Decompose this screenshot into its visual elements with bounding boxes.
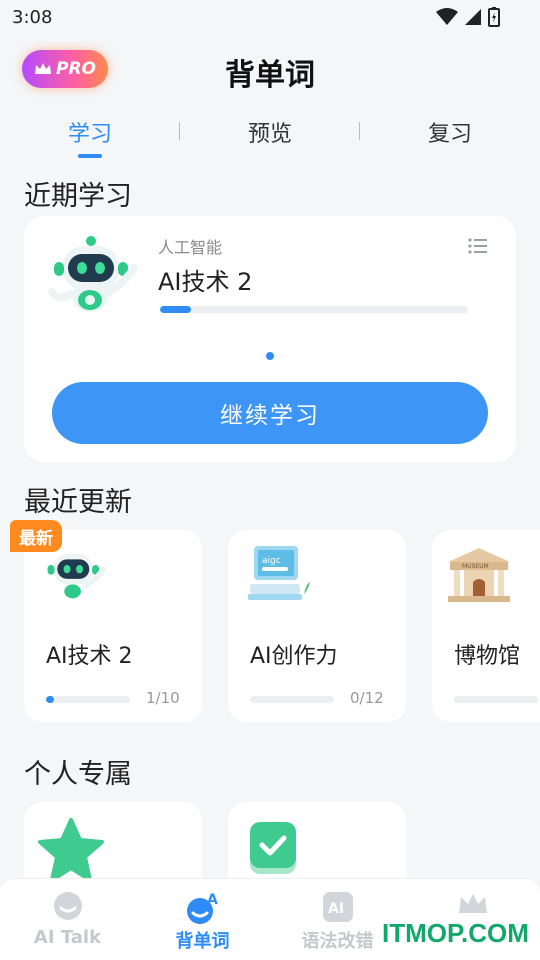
tab-bar: 学习 预览 复习 (0, 112, 540, 162)
wordbook-progress-bar (250, 696, 334, 703)
tab-divider (359, 122, 360, 140)
checkbox-icon (250, 822, 296, 874)
museum-icon: MUSEUM (448, 548, 510, 602)
robot-icon (47, 553, 106, 599)
recent-category: 人工智能 (158, 238, 223, 257)
page-title: 背单词 (225, 58, 315, 93)
chat-bubble-icon (53, 892, 82, 920)
svg-text:MUSEUM: MUSEUM (462, 563, 489, 570)
tab-indicator (78, 154, 102, 158)
tab-study[interactable]: 学习 (30, 116, 150, 148)
section-title-personal: 个人专属 (24, 759, 132, 790)
wifi-icon (436, 8, 458, 25)
battery-icon (488, 7, 500, 27)
recent-progress-bar (160, 306, 468, 313)
svg-text:aigc: aigc (262, 556, 281, 566)
carousel-dot (266, 352, 274, 360)
tab-divider (179, 122, 180, 140)
nav-words[interactable]: A 背单词 (135, 879, 270, 960)
wordbook-count: 0/12 (350, 689, 384, 707)
wordbook-progress-bar (46, 696, 130, 703)
star-icon (38, 818, 104, 882)
wordbook-card[interactable]: aigc AI创作力 0/12 (228, 530, 406, 722)
words-icon: A (186, 892, 218, 924)
recent-progress-fill (160, 306, 191, 313)
watermark: ITMOP.COM (382, 918, 529, 948)
svg-text:AI: AI (328, 901, 344, 917)
status-time: 3:08 (12, 7, 53, 28)
status-bar: 3:08 (0, 0, 540, 36)
nav-label: AI Talk (33, 927, 102, 948)
header: PRO 背单词 (0, 40, 540, 100)
recent-wordbook-name: AI技术 2 (158, 268, 253, 296)
svg-text:A: A (207, 892, 218, 908)
list-icon[interactable] (468, 238, 488, 254)
crown-icon (458, 894, 487, 913)
status-icons (436, 7, 500, 27)
wordbook-title: AI创作力 (250, 644, 338, 669)
new-badge: 最新 (10, 520, 62, 552)
wordbook-title: 博物馆 (454, 644, 521, 669)
wordbook-count: 1/10 (146, 689, 180, 707)
aigc-computer-icon: aigc (248, 546, 310, 600)
wordbook-card[interactable]: MUSEUM 博物馆 (432, 530, 540, 722)
wordbook-progress-fill (46, 696, 55, 703)
tab-preview[interactable]: 预览 (210, 116, 330, 148)
tab-review[interactable]: 复习 (390, 116, 510, 148)
recent-study-card[interactable]: 人工智能 AI技术 2 继续学习 (24, 216, 516, 462)
signal-icon (465, 9, 481, 25)
wordbook-title: AI技术 2 (46, 644, 133, 669)
nav-label: 背单词 (175, 931, 230, 952)
section-title-recent-study: 近期学习 (24, 181, 132, 212)
nav-ai-talk[interactable]: AI Talk (0, 879, 135, 960)
wordbook-progress-bar (454, 696, 538, 703)
wordbook-card[interactable]: AI技术 2 1/10 (24, 530, 202, 722)
continue-study-button[interactable]: 继续学习 (52, 382, 488, 444)
robot-icon (48, 236, 138, 312)
section-title-recent-updates: 最近更新 (24, 487, 132, 518)
ai-grammar-icon: AI (322, 892, 353, 922)
